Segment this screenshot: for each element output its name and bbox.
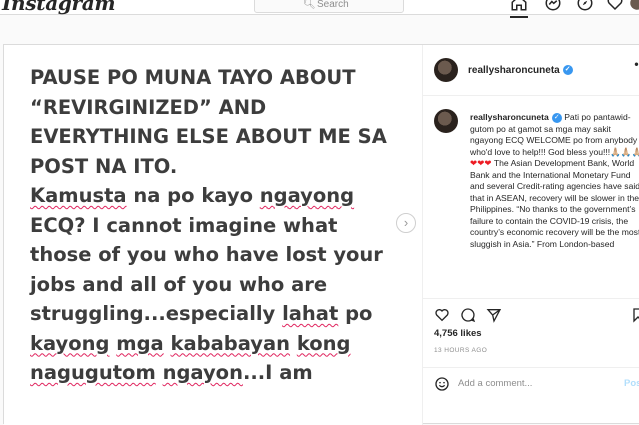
post-image[interactable]: PAUSE PO MUNA TAYO ABOUT “REVIRGINIZED” … (4, 45, 423, 425)
spellcheck-flagged-word: Kamusta (30, 184, 127, 207)
spellcheck-flagged-word: ngayon (162, 361, 243, 384)
comment-input[interactable]: Add a comment... (458, 378, 532, 389)
more-options-icon[interactable]: ••• (634, 57, 639, 71)
comment-bar: Add a comment... Post (422, 367, 639, 413)
top-navigation-bar: Instagram 🔍︎ Search (0, 0, 639, 18)
post-caption: reallysharoncuneta ✓ Pati po pantawid-gut… (470, 112, 639, 298)
profile-avatar-icon[interactable] (628, 0, 639, 12)
image-text-segment: po (345, 302, 373, 325)
search-placeholder: Search (317, 0, 349, 10)
image-text-segment: na po kayo (126, 184, 260, 207)
instagram-logo[interactable]: Instagram (2, 0, 116, 15)
caption-username[interactable]: reallysharoncuneta (470, 112, 549, 122)
verified-badge-icon: ✓ (562, 65, 573, 76)
emoji-smiley-icon[interactable] (434, 376, 450, 392)
comment-icon[interactable] (460, 307, 476, 323)
home-active-indicator (510, 16, 528, 18)
post-sidebar: reallysharoncuneta✓ ••• reallysharoncune… (422, 45, 639, 425)
post-card: PAUSE PO MUNA TAYO ABOUT “REVIRGINIZED” … (3, 44, 639, 425)
spellcheck-flagged-word: lahat (282, 302, 339, 325)
explore-compass-icon[interactable] (576, 0, 594, 12)
spellcheck-flagged-word: kayong (30, 331, 110, 355)
image-text-segment (290, 332, 297, 355)
post-image-text: PAUSE PO MUNA TAYO ABOUT “REVIRGINIZED” … (30, 63, 410, 388)
caption-text-part2: The Asian Development Bank, World Bank a… (470, 158, 639, 249)
post-comment-button[interactable]: Post (624, 378, 639, 389)
spellcheck-flagged-word: kababayan (170, 331, 291, 355)
author-avatar[interactable] (434, 58, 458, 82)
home-icon[interactable] (510, 0, 528, 12)
like-heart-icon[interactable] (434, 307, 450, 323)
spellcheck-flagged-word: mga (116, 331, 164, 355)
spellcheck-flagged-word: nagugutom (30, 361, 156, 384)
spellcheck-flagged-word: ngayong (259, 184, 355, 207)
save-bookmark-icon[interactable] (630, 307, 639, 323)
caption-author-avatar[interactable] (434, 109, 458, 133)
search-icon: 🔍︎ (303, 0, 316, 10)
author-username-text[interactable]: reallysharoncuneta (468, 65, 560, 76)
image-text-segment: PAUSE PO MUNA TAYO ABOUT “REVIRGINIZED” … (30, 66, 387, 178)
caption-hearts: ❤❤❤ (470, 158, 492, 168)
activity-heart-icon[interactable] (606, 0, 624, 12)
direct-messages-icon[interactable] (544, 0, 562, 12)
image-text-segment: ...I am (242, 361, 313, 384)
share-icon[interactable] (486, 307, 502, 323)
post-actions-bar (422, 298, 639, 329)
likes-count[interactable]: 4,756 likes (434, 328, 482, 339)
post-header: reallysharoncuneta✓ ••• (422, 45, 639, 96)
author-username[interactable]: reallysharoncuneta ✓ (468, 65, 573, 76)
spellcheck-flagged-word: kong (296, 331, 351, 355)
next-slide-button[interactable]: › (396, 213, 416, 233)
image-text-segment (156, 361, 163, 384)
image-text-segment (164, 332, 171, 355)
caption-verified-badge-icon: ✓ (551, 112, 562, 123)
post-timestamp[interactable]: 13 HOURS AGO (434, 347, 487, 354)
search-input[interactable]: 🔍︎ Search (254, 0, 404, 13)
